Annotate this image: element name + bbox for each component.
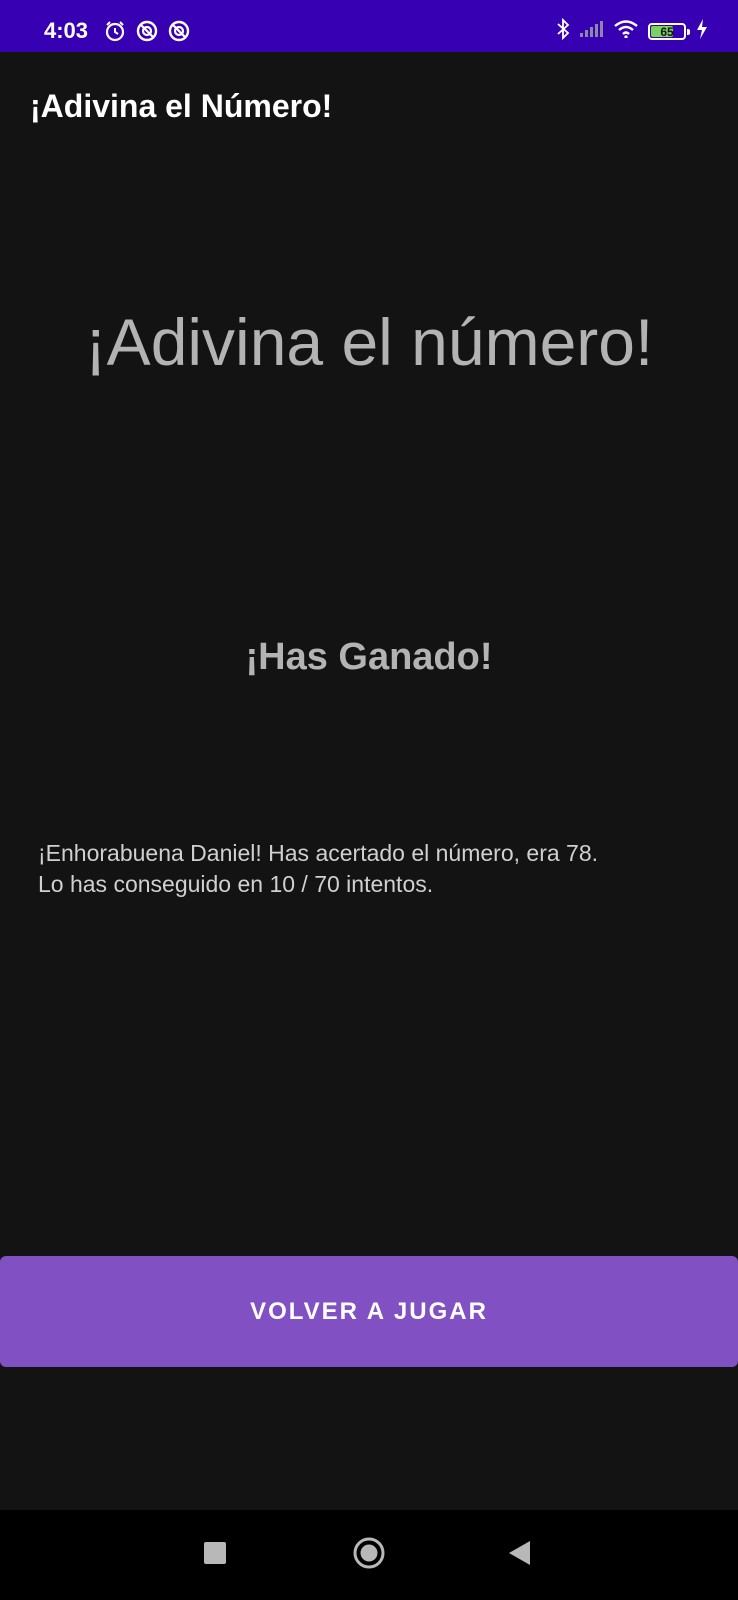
status-bar: 4:03 65 (0, 0, 738, 52)
message-line: ¡Enhorabuena Daniel! Has acertado el núm… (38, 840, 599, 866)
battery-icon: 65 (648, 23, 690, 40)
back-button[interactable] (480, 1510, 560, 1600)
recents-button[interactable] (175, 1510, 255, 1600)
alarm-icon (104, 20, 126, 47)
charging-icon (696, 19, 708, 44)
signal-icon (580, 21, 604, 42)
message-line: Lo has conseguido en 10 / 70 intentos. (38, 871, 434, 897)
back-triangle-icon (509, 1540, 531, 1570)
recents-square-icon (204, 1541, 226, 1569)
result-title: ¡Has Ganado! (245, 636, 493, 678)
result-message: ¡Enhorabuena Daniel! Has acertado el núm… (38, 838, 718, 900)
home-circle-icon (352, 1536, 386, 1575)
wifi-icon (614, 20, 638, 43)
bluetooth-icon (556, 17, 570, 45)
play-again-button[interactable]: VOLVER A JUGAR (0, 1256, 738, 1367)
battery-level: 65 (660, 24, 674, 39)
sync-blocked-icon (168, 20, 190, 47)
status-time: 4:03 (44, 18, 89, 43)
page-title: ¡Adivina el número! (84, 305, 654, 379)
status-right-icons: 65 (556, 17, 708, 45)
sync-blocked-icon (136, 20, 158, 47)
app-bar-title: ¡Adivina el Número! (30, 88, 333, 124)
navigation-bar (0, 1510, 738, 1600)
status-left-icons (104, 20, 190, 47)
home-button[interactable] (329, 1510, 409, 1600)
